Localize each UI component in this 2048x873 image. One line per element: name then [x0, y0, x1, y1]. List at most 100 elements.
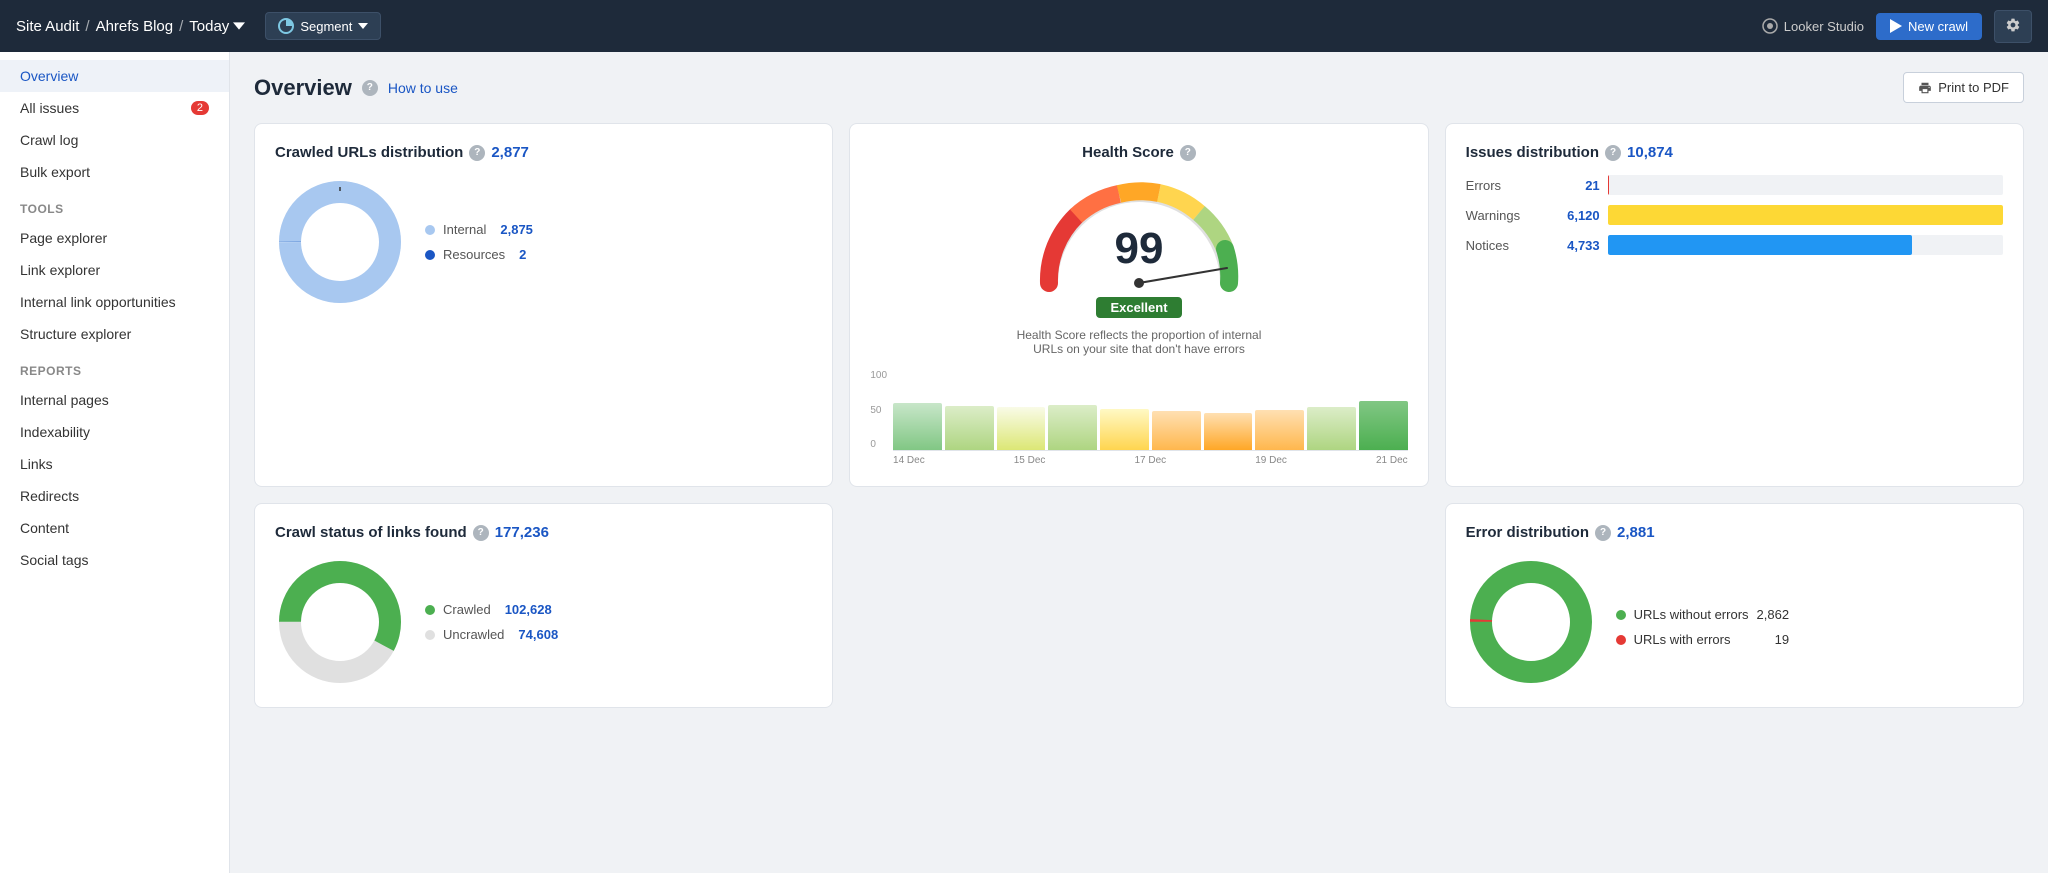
issues-distribution-card: Issues distribution ? 10,874 Errors 21 [1445, 123, 2024, 487]
crawled-urls-title: Crawled URLs distribution ? 2,877 [275, 144, 812, 161]
bar-2 [945, 406, 994, 450]
breadcrumb-site-audit[interactable]: Site Audit [16, 18, 79, 35]
bar-7 [1204, 413, 1253, 450]
internal-link-opp-label: Internal link opportunities [20, 294, 176, 310]
health-score-description: Health Score reflects the proportion of … [1009, 328, 1269, 356]
without-errors-label: URLs without errors [1634, 607, 1749, 622]
sidebar-overview-label: Overview [20, 68, 78, 84]
issues-dist-info-icon[interactable]: ? [1605, 145, 1621, 161]
sidebar-item-indexability[interactable]: Indexability [0, 416, 229, 448]
sidebar-item-overview[interactable]: Overview [0, 60, 229, 92]
link-explorer-label: Link explorer [20, 262, 100, 278]
crawled-urls-card: Crawled URLs distribution ? 2,877 I [254, 123, 833, 487]
main-content: Overview ? How to use Print to PDF Crawl… [230, 52, 2048, 873]
error-dist-info-icon[interactable]: ? [1595, 525, 1611, 541]
warnings-label: Warnings [1466, 208, 1546, 223]
error-dist-donut [1466, 557, 1596, 687]
sidebar-all-issues-label: All issues [20, 100, 79, 116]
indexability-label: Indexability [20, 424, 90, 440]
looker-studio-button[interactable]: Looker Studio [1762, 18, 1864, 34]
resources-dot [425, 250, 435, 260]
uncrawled-label: Uncrawled [443, 627, 504, 642]
crawl-status-info-icon[interactable]: ? [473, 525, 489, 541]
internal-pages-label: Internal pages [20, 392, 109, 408]
date-labels: 14 Dec 15 Dec 17 Dec 19 Dec 21 Dec [893, 455, 1408, 466]
gauge-wrapper: 99 [1029, 173, 1249, 293]
error-dist-chart-row: URLs without errors 2,862 URLs with erro… [1466, 557, 2003, 687]
crawled-urls-legend: Internal 2,875 Resources 2 [425, 222, 533, 262]
without-errors-dot [1616, 610, 1626, 620]
sidebar-item-links[interactable]: Links [0, 448, 229, 480]
health-score-card: Health Score ? [849, 123, 1428, 487]
date-label-2: 15 Dec [1014, 455, 1046, 466]
sidebar-item-structure-explorer[interactable]: Structure explorer [0, 318, 229, 350]
error-dist-total[interactable]: 2,881 [1617, 524, 1655, 541]
crawl-status-title: Crawl status of links found ? 177,236 [275, 524, 812, 541]
sidebar-item-link-explorer[interactable]: Link explorer [0, 254, 229, 286]
crawled-urls-title-text: Crawled URLs distribution [275, 144, 463, 161]
sidebar-item-social-tags[interactable]: Social tags [0, 544, 229, 576]
y-label-50: 50 [870, 405, 887, 416]
errors-row: Errors 21 [1466, 175, 2003, 195]
bar-area: 14 Dec 15 Dec 17 Dec 19 Dec 21 Dec [893, 381, 1408, 466]
legend-internal: Internal 2,875 [425, 222, 533, 237]
print-icon [1918, 81, 1932, 95]
sidebar-item-redirects[interactable]: Redirects [0, 480, 229, 512]
notices-value[interactable]: 4,733 [1554, 238, 1600, 253]
legend-uncrawled: Uncrawled 74,608 [425, 627, 558, 642]
sidebar-item-crawl-log[interactable]: Crawl log [0, 124, 229, 156]
issues-dist-total[interactable]: 10,874 [1627, 144, 1673, 161]
page-title-info-icon[interactable]: ? [362, 80, 378, 96]
errors-bar-container [1608, 175, 2003, 195]
issues-dist-rows: Errors 21 Warnings 6,120 [1466, 175, 2003, 255]
page-explorer-label: Page explorer [20, 230, 107, 246]
excellent-badge: Excellent [1096, 297, 1181, 318]
segment-button[interactable]: Segment [265, 12, 381, 40]
uncrawled-value[interactable]: 74,608 [518, 627, 558, 642]
warnings-value[interactable]: 6,120 [1554, 208, 1600, 223]
notices-row: Notices 4,733 [1466, 235, 2003, 255]
date-label-4: 19 Dec [1255, 455, 1287, 466]
breadcrumb-blog[interactable]: Ahrefs Blog [96, 18, 174, 35]
how-to-use-label: How to use [388, 80, 458, 96]
issues-dist-title-text: Issues distribution [1466, 144, 1599, 161]
new-crawl-button[interactable]: New crawl [1876, 13, 1982, 40]
crawl-status-total[interactable]: 177,236 [495, 524, 549, 541]
sidebar-item-internal-pages[interactable]: Internal pages [0, 384, 229, 416]
resources-value[interactable]: 2 [519, 247, 526, 262]
crawled-urls-total[interactable]: 2,877 [491, 144, 529, 161]
crawled-value[interactable]: 102,628 [505, 602, 552, 617]
chevron-down-icon [233, 20, 245, 32]
today-dropdown[interactable]: Today [189, 18, 245, 35]
sidebar-item-internal-link-opp[interactable]: Internal link opportunities [0, 286, 229, 318]
with-errors-value[interactable]: 19 [1775, 632, 1789, 647]
notices-label: Notices [1466, 238, 1546, 253]
internal-label: Internal [443, 222, 486, 237]
sidebar-item-bulk-export[interactable]: Bulk export [0, 156, 229, 188]
warnings-bar [1608, 205, 2003, 225]
legend-with-errors: URLs with errors 19 [1616, 632, 1789, 647]
settings-button[interactable] [1994, 10, 2032, 43]
print-to-pdf-button[interactable]: Print to PDF [1903, 72, 2024, 103]
sidebar-item-page-explorer[interactable]: Page explorer [0, 222, 229, 254]
errors-value[interactable]: 21 [1554, 178, 1600, 193]
without-errors-value[interactable]: 2,862 [1757, 607, 1790, 622]
breadcrumb-sep2: / [179, 18, 183, 35]
how-to-use-link[interactable]: How to use [388, 80, 458, 96]
social-tags-label: Social tags [20, 552, 88, 568]
internal-value[interactable]: 2,875 [500, 222, 533, 237]
crawled-urls-chart-row: Internal 2,875 Resources 2 [275, 177, 812, 307]
sidebar-item-content[interactable]: Content [0, 512, 229, 544]
error-dist-title-text: Error distribution [1466, 524, 1589, 541]
y-label-100: 100 [870, 370, 887, 381]
bar-9 [1307, 407, 1356, 450]
crawled-urls-info-icon[interactable]: ? [469, 145, 485, 161]
sidebar: Overview All issues 2 Crawl log Bulk exp… [0, 52, 230, 873]
warnings-row: Warnings 6,120 [1466, 205, 2003, 225]
legend-without-errors: URLs without errors 2,862 [1616, 607, 1789, 622]
health-score-info-icon[interactable]: ? [1180, 145, 1196, 161]
breadcrumb-sep1: / [85, 18, 89, 35]
print-label: Print to PDF [1938, 80, 2009, 95]
sidebar-item-all-issues[interactable]: All issues 2 [0, 92, 229, 124]
crawl-status-chart-row: Crawled 102,628 Uncrawled 74,608 [275, 557, 812, 687]
